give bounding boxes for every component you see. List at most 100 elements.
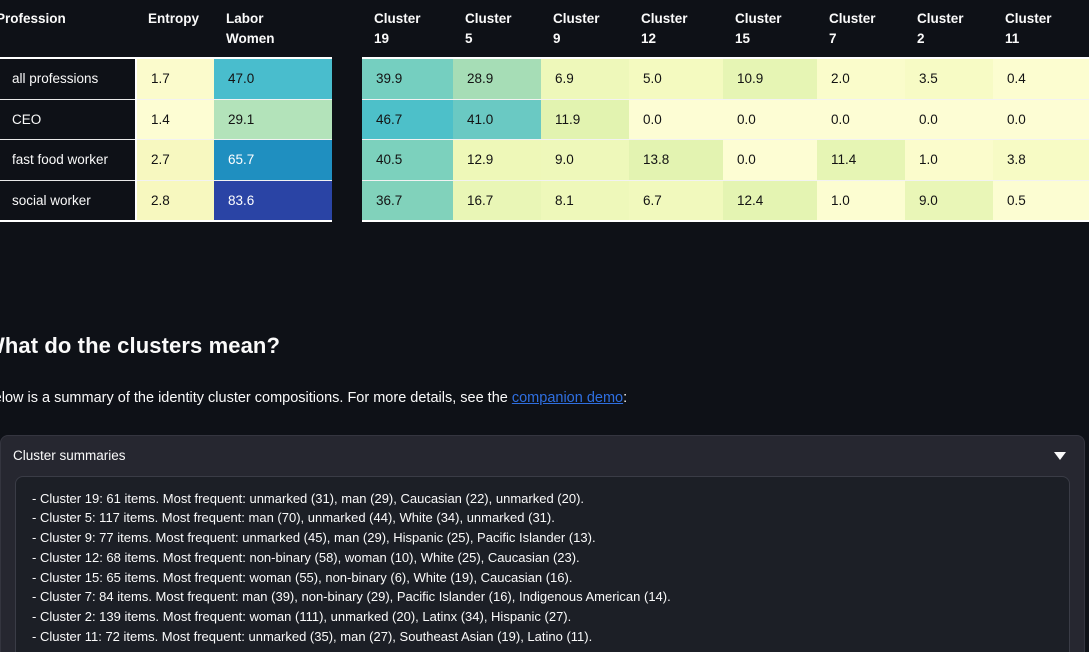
cell-cluster-7: 0.0 — [817, 98, 905, 140]
col-header-spacer — [332, 0, 362, 59]
col-header-entropy-l1: Entropy — [148, 11, 200, 26]
col-header-cluster-2: Cluster 2 — [905, 0, 993, 59]
cell-cluster-19: 39.9 — [362, 57, 453, 100]
cluster-summary-line: - Cluster 11: 72 items. Most frequent: u… — [32, 628, 593, 644]
cell-cluster-11: 0.5 — [993, 179, 1089, 223]
expander-body: - Cluster 19: 61 items. Most frequent: u… — [1, 475, 1084, 652]
table-row: social worker 2.8 83.6 36.7 16.7 8.1 6.7 12.4 1.… — [0, 179, 1089, 223]
cell-cluster-12: 13.8 — [629, 139, 723, 181]
cell-entropy: 2.8 — [136, 179, 214, 223]
section-heading: What do the clusters mean? — [0, 333, 280, 358]
cell-cluster-2: 0.0 — [905, 98, 993, 140]
cell-cluster-19: 36.7 — [362, 179, 453, 223]
cell-spacer — [332, 179, 362, 223]
section-paragraph: Below is a summary of the identity clust… — [0, 387, 1084, 410]
col-header-cluster-11-l1: Cluster — [1005, 11, 1052, 26]
cell-cluster-5: 28.9 — [453, 57, 541, 100]
col-header-cluster-11-l2: 11 — [1005, 30, 1020, 46]
cell-cluster-2: 3.5 — [905, 57, 993, 100]
col-header-cluster-15-l2: 15 — [735, 30, 751, 46]
col-header-cluster-7-l1: Cluster — [829, 11, 876, 26]
paragraph-text-before: Below is a summary of the identity clust… — [0, 389, 512, 406]
cluster-summary-line: - Cluster 9: 77 items. Most frequent: un… — [32, 530, 596, 546]
header-row: Profession Entropy Labor Women Cluster 1… — [0, 0, 1089, 59]
table-row: all professions 1.7 47.0 39.9 28.9 6.9 5.0 10.9… — [0, 57, 1089, 100]
col-header-profession: Profession — [0, 0, 136, 59]
companion-demo-link[interactable]: companion demo — [512, 390, 623, 406]
col-header-cluster-12-l1: Cluster — [641, 11, 688, 26]
cell-cluster-12: 6.7 — [629, 179, 723, 223]
expander-header[interactable]: Cluster summaries — [1, 436, 1084, 476]
col-header-cluster-15: Cluster 15 — [723, 0, 817, 59]
cell-cluster-11: 0.0 — [993, 98, 1089, 140]
cell-cluster-12: 0.0 — [629, 98, 723, 140]
cell-cluster-5: 12.9 — [453, 139, 541, 181]
cluster-summaries-expander: Cluster summaries - Cluster 19: 61 items… — [0, 435, 1085, 652]
cell-labor-women: 29.1 — [214, 98, 332, 140]
col-header-cluster-2-l1: Cluster — [917, 11, 964, 26]
cluster-summary-line: - Cluster 15: 65 items. Most frequent: w… — [32, 569, 573, 585]
cell-cluster-15: 0.0 — [723, 139, 817, 181]
col-header-cluster-7: Cluster 7 — [817, 0, 905, 59]
cell-labor-women: 47.0 — [214, 57, 332, 100]
cell-cluster-11: 0.4 — [993, 57, 1089, 100]
col-header-cluster-9-l2: 9 — [553, 30, 561, 46]
cluster-summary-line: - Cluster 2: 139 items. Most frequent: w… — [32, 609, 572, 625]
chevron-down-icon[interactable] — [1054, 451, 1066, 460]
col-header-entropy: Entropy — [136, 0, 214, 59]
col-header-cluster-9: Cluster 9 — [541, 0, 629, 59]
col-header-cluster-5-l1: Cluster — [465, 11, 512, 26]
cluster-summary-line: - Cluster 5: 117 items. Most frequent: m… — [32, 510, 555, 526]
col-header-labor-women-l1: Labor — [226, 11, 264, 26]
clusters-explanation-section: What do the clusters mean? Below is a su… — [0, 332, 1084, 410]
cell-spacer — [332, 98, 362, 140]
cell-cluster-9: 9.0 — [541, 139, 629, 181]
cluster-summaries-codeblock: - Cluster 19: 61 items. Most frequent: u… — [15, 475, 1070, 652]
col-header-cluster-12: Cluster 12 — [629, 0, 723, 59]
col-header-profession-l1: Profession — [0, 11, 66, 26]
col-header-cluster-15-l1: Cluster — [735, 11, 782, 26]
col-header-labor-women-l2: Women — [226, 30, 275, 46]
col-header-cluster-19: Cluster 19 — [362, 0, 453, 59]
col-header-cluster-5-l2: 5 — [465, 30, 473, 46]
row-header-profession: fast food worker — [0, 139, 137, 181]
cell-labor-women: 65.7 — [214, 139, 332, 181]
table-body: all professions 1.7 47.0 39.9 28.9 6.9 5.0 10.9… — [0, 57, 1089, 223]
row-header-profession: social worker — [0, 179, 137, 223]
cell-entropy: 2.7 — [136, 139, 214, 181]
profession-cluster-heatmap-table: Profession Entropy Labor Women Cluster 1… — [0, 0, 1089, 223]
expander-title: Cluster summaries — [13, 448, 126, 463]
row-header-profession: CEO — [0, 98, 137, 140]
cell-cluster-2: 1.0 — [905, 139, 993, 181]
cell-cluster-2: 9.0 — [905, 179, 993, 223]
cell-entropy: 1.4 — [136, 98, 214, 140]
cell-spacer — [332, 57, 362, 100]
col-header-cluster-19-l2: 19 — [374, 30, 390, 46]
cell-spacer — [332, 139, 362, 181]
col-header-labor-women: Labor Women — [214, 0, 332, 59]
row-header-profession: all professions — [0, 57, 137, 100]
table-row: CEO 1.4 29.1 46.7 41.0 11.9 0.0 0.0 0.0 0.0 0.0 — [0, 98, 1089, 140]
col-header-cluster-7-l2: 7 — [829, 30, 837, 46]
cell-cluster-9: 6.9 — [541, 57, 629, 100]
cluster-summary-line: - Cluster 19: 61 items. Most frequent: u… — [32, 490, 585, 506]
cell-labor-women: 83.6 — [214, 179, 332, 223]
col-header-cluster-12-l2: 12 — [641, 30, 657, 46]
cell-cluster-15: 0.0 — [723, 98, 817, 140]
col-header-cluster-5: Cluster 5 — [453, 0, 541, 59]
table-header: Profession Entropy Labor Women Cluster 1… — [0, 0, 1089, 59]
cell-entropy: 1.7 — [136, 57, 214, 100]
cell-cluster-9: 11.9 — [541, 98, 629, 140]
cluster-summary-line: - Cluster 7: 84 items. Most frequent: ma… — [32, 589, 671, 605]
cluster-summary-line: - Cluster 12: 68 items. Most frequent: n… — [32, 549, 580, 565]
cell-cluster-5: 16.7 — [453, 179, 541, 223]
cell-cluster-15: 12.4 — [723, 179, 817, 223]
table-row: fast food worker 2.7 65.7 40.5 12.9 9.0 13.8 0.… — [0, 139, 1089, 181]
cell-cluster-7: 1.0 — [817, 179, 905, 223]
cell-cluster-9: 8.1 — [541, 179, 629, 223]
heatmap-table: Profession Entropy Labor Women Cluster 1… — [0, 0, 1089, 223]
cell-cluster-5: 41.0 — [453, 98, 541, 140]
cell-cluster-7: 2.0 — [817, 57, 905, 100]
col-header-cluster-11: Cluster 11 — [993, 0, 1089, 59]
paragraph-text-after: : — [623, 389, 628, 406]
